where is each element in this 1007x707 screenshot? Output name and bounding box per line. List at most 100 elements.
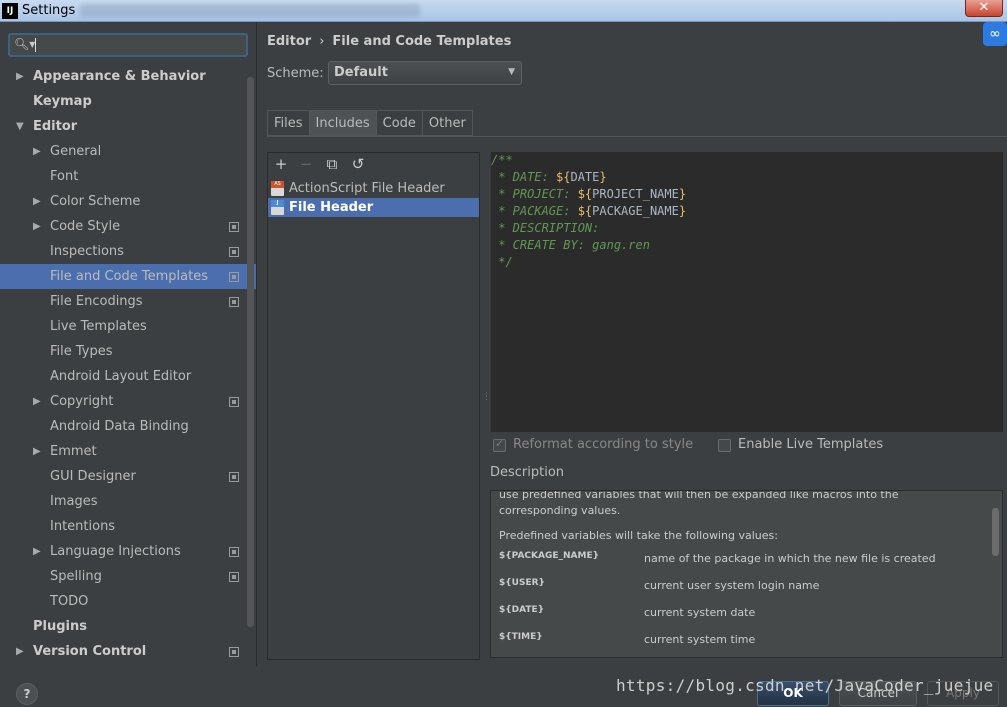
- description-scrollbar[interactable]: [992, 508, 999, 556]
- description-predefined: Predefined variables will take the follo…: [499, 529, 778, 542]
- tab-other[interactable]: Other: [421, 110, 473, 136]
- code-token: }: [599, 170, 607, 184]
- search-icon: 🔍︎▾: [14, 37, 36, 51]
- collapsed-arrow-icon[interactable]: ▶: [33, 139, 41, 164]
- sidebar-item-label: Live Templates: [50, 319, 147, 334]
- sidebar-item-editor[interactable]: ▼ Editor: [0, 114, 256, 139]
- project-level-icon: [229, 222, 239, 232]
- sidebar-item-label: TODO: [50, 594, 89, 609]
- sidebar-item-label: Language Injections: [50, 544, 181, 559]
- live-templates-label: Enable Live Templates: [738, 437, 884, 452]
- collapsed-arrow-icon[interactable]: ▶: [16, 64, 24, 89]
- sidebar-item-emmet[interactable]: ▶ Emmet: [0, 439, 256, 464]
- code-token: PACKAGE_NAME: [592, 204, 679, 218]
- collapsed-arrow-icon[interactable]: ▶: [33, 439, 41, 464]
- collapsed-arrow-icon[interactable]: ▶: [33, 539, 41, 564]
- sidebar-item-label: Spelling: [50, 569, 102, 584]
- sidebar-item-label: Emmet: [50, 444, 97, 459]
- sidebar-item-general[interactable]: ▶ General: [0, 139, 256, 164]
- collapsed-arrow-icon[interactable]: ▶: [33, 189, 41, 214]
- sidebar-item-spelling[interactable]: Spelling: [0, 564, 256, 589]
- text-caret: [35, 38, 36, 52]
- sidebar-item-label: Editor: [33, 119, 78, 134]
- sidebar-item-file-types[interactable]: File Types: [0, 339, 256, 364]
- add-template-button[interactable]: +: [271, 154, 291, 174]
- live-templates-checkbox[interactable]: [718, 439, 731, 452]
- scheme-dropdown[interactable]: Default ▼: [328, 61, 522, 85]
- sidebar-item-appearance-behavior[interactable]: ▶ Appearance & Behavior: [0, 64, 256, 89]
- sidebar-item-images[interactable]: Images: [0, 489, 256, 514]
- description-intro: use predefined variables that will then …: [499, 490, 899, 517]
- variable-description: current system time: [644, 633, 756, 646]
- code-line: * PROJECT: ${PROJECT_NAME}: [491, 186, 1003, 203]
- tab-code[interactable]: Code: [375, 110, 422, 136]
- intellij-logo-icon: IJ: [2, 3, 18, 19]
- window-title: Settings: [22, 3, 76, 18]
- sidebar-item-intentions[interactable]: Intentions: [0, 514, 256, 539]
- sidebar-item-todo[interactable]: TODO: [0, 589, 256, 614]
- code-line: /**: [491, 152, 1003, 169]
- template-tabs: Files Includes Code Other: [267, 110, 473, 136]
- sidebar-item-plugins[interactable]: Plugins: [0, 614, 256, 639]
- project-level-icon: [229, 472, 239, 482]
- tab-panel: + − ⧉ ↺ AS ActionScript File Header J File …: [267, 136, 1007, 667]
- reformat-checkbox[interactable]: [493, 437, 506, 452]
- sidebar-item-font[interactable]: Font: [0, 164, 256, 189]
- template-code-editor[interactable]: /** * DATE: ${DATE} * PROJECT: ${PROJECT…: [490, 152, 1003, 432]
- template-item[interactable]: J File Header: [268, 198, 479, 217]
- code-token: }: [678, 204, 687, 218]
- sync-icon[interactable]: ∞: [983, 22, 1007, 46]
- sidebar-item-gui-designer[interactable]: GUI Designer: [0, 464, 256, 489]
- collapsed-arrow-icon[interactable]: ▶: [16, 639, 24, 664]
- chevron-down-icon: ▼: [508, 67, 515, 77]
- tab-includes[interactable]: Includes: [308, 110, 376, 136]
- editor-gutter: [490, 152, 491, 432]
- sidebar-item-color-scheme[interactable]: ▶ Color Scheme: [0, 189, 256, 214]
- sidebar-item-language-injections[interactable]: ▶ Language Injections: [0, 539, 256, 564]
- tab-files[interactable]: Files: [267, 110, 309, 136]
- breadcrumb-current: File and Code Templates: [332, 34, 512, 49]
- sidebar-item-inspections[interactable]: Inspections: [0, 239, 256, 264]
- template-item[interactable]: AS ActionScript File Header: [268, 179, 479, 198]
- collapsed-arrow-icon[interactable]: ▶: [33, 214, 41, 239]
- copy-template-button[interactable]: ⧉: [322, 154, 342, 174]
- sidebar-item-file-and-code-templates[interactable]: File and Code Templates: [0, 264, 256, 289]
- sidebar-item-live-templates[interactable]: Live Templates: [0, 314, 256, 339]
- sidebar-item-code-style[interactable]: ▶ Code Style: [0, 214, 256, 239]
- code-token: * DATE:: [491, 170, 557, 184]
- sidebar-item-copyright[interactable]: ▶ Copyright: [0, 389, 256, 414]
- sidebar-item-label: Keymap: [33, 94, 92, 109]
- template-toolbar: + − ⧉ ↺: [268, 153, 479, 177]
- remove-template-button[interactable]: −: [296, 154, 316, 174]
- sidebar-item-file-encodings[interactable]: File Encodings: [0, 289, 256, 314]
- code-token: ${: [556, 170, 571, 184]
- sidebar-item-android-layout-editor[interactable]: Android Layout Editor: [0, 364, 256, 389]
- variable-name: ${USER}: [499, 578, 545, 588]
- expanded-arrow-icon[interactable]: ▼: [16, 114, 24, 139]
- sidebar-item-version-control[interactable]: ▶ Version Control: [0, 639, 256, 664]
- settings-search-input[interactable]: 🔍︎▾: [8, 33, 248, 57]
- sidebar-item-label: Android Layout Editor: [50, 369, 192, 384]
- sidebar-item-label: File and Code Templates: [50, 269, 208, 284]
- code-token: * CREATE BY: gang.ren: [491, 238, 650, 252]
- settings-tree: ▶ Appearance & Behavior Keymap ▼ Editor ▶ Gene…: [0, 64, 256, 664]
- template-file-icon: AS: [271, 181, 284, 196]
- title-bar: IJ Settings ✕: [0, 0, 1007, 22]
- project-level-icon: [229, 247, 239, 257]
- project-level-icon: [229, 647, 239, 657]
- sidebar-scrollbar[interactable]: [247, 77, 254, 627]
- sidebar-item-label: Inspections: [50, 244, 124, 259]
- sidebar-item-label: Font: [50, 169, 79, 184]
- help-button[interactable]: ?: [16, 683, 38, 705]
- sidebar-item-label: Images: [50, 494, 98, 509]
- code-line: * DESCRIPTION:: [491, 220, 1003, 237]
- sidebar-item-label: Version Control: [33, 644, 147, 659]
- sidebar-item-keymap[interactable]: Keymap: [0, 89, 256, 114]
- sidebar-item-label: Intentions: [50, 519, 116, 534]
- sidebar-item-label: Android Data Binding: [50, 419, 189, 434]
- collapsed-arrow-icon[interactable]: ▶: [33, 389, 41, 414]
- sidebar-item-android-data-binding[interactable]: Android Data Binding: [0, 414, 256, 439]
- reset-template-button[interactable]: ↺: [348, 154, 368, 174]
- window-close-button[interactable]: ✕: [965, 0, 1003, 17]
- variable-description: current system date: [644, 606, 756, 619]
